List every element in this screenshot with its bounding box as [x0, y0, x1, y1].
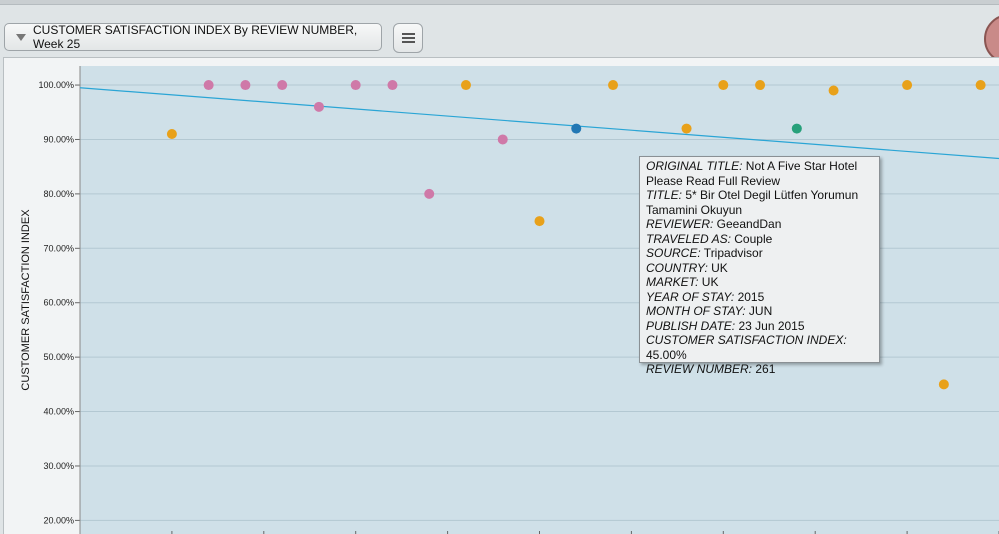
- y-tick-label: 90.00%: [43, 134, 74, 144]
- data-point-18[interactable]: [902, 80, 913, 91]
- data-point-7[interactable]: [424, 188, 435, 199]
- tooltip-field-value: Tripadvisor: [700, 246, 763, 260]
- tooltip-row: REVIEW NUMBER: 261: [646, 362, 873, 377]
- tooltip-field-value: UK: [698, 275, 719, 289]
- tooltip-field-name: COUNTRY:: [646, 260, 708, 275]
- y-tick-label: 100.00%: [38, 80, 74, 90]
- data-point-12[interactable]: [608, 80, 619, 91]
- tooltip-row: ORIGINAL TITLE: Not A Five Star Hotel Pl…: [646, 159, 873, 188]
- tooltip-field-name: CUSTOMER SATISFACTION INDEX:: [646, 333, 847, 347]
- tooltip-field-name: ORIGINAL TITLE:: [646, 159, 743, 173]
- tooltip-field-name: TRAVELED AS:: [646, 231, 731, 246]
- data-point-4[interactable]: [313, 101, 324, 112]
- tooltip-field-value: 23 Jun 2015: [735, 318, 805, 333]
- data-point-8[interactable]: [460, 80, 471, 91]
- tooltip-row: TRAVELED AS: Couple: [646, 232, 873, 247]
- data-point-tooltip: ORIGINAL TITLE: Not A Five Star Hotel Pl…: [639, 156, 880, 376]
- data-point-11[interactable]: [571, 123, 582, 134]
- tooltip-field-value: 2015: [734, 289, 765, 304]
- tooltip-field-name: TITLE:: [646, 188, 683, 202]
- tooltip-field-name: REVIEWER:: [646, 217, 714, 231]
- y-tick-label: 20.00%: [43, 515, 74, 525]
- data-point-14[interactable]: [718, 80, 729, 91]
- tooltip-row: CUSTOMER SATISFACTION INDEX: 45.00%: [646, 333, 873, 362]
- tooltip-row: TITLE: 5* Bir Otel Degil Lütfen Yorumun …: [646, 188, 873, 217]
- data-point-15[interactable]: [755, 80, 766, 91]
- data-point-13[interactable]: [681, 123, 692, 134]
- tooltip-field-name: MARKET:: [646, 275, 699, 289]
- tooltip-field-value: Couple: [730, 231, 773, 246]
- tooltip-row: MARKET: UK: [646, 275, 873, 290]
- tooltip-field-value: 45.00%: [646, 347, 687, 362]
- tooltip-field-value: 261: [752, 362, 776, 376]
- y-tick-label: 40.00%: [43, 407, 74, 417]
- y-tick-label: 60.00%: [43, 298, 74, 308]
- tooltip-field-name: YEAR OF STAY:: [646, 289, 735, 304]
- data-point-19[interactable]: [938, 379, 949, 390]
- data-point-17[interactable]: [828, 85, 839, 96]
- tooltip-field-value: GeeandDan: [713, 217, 782, 231]
- data-point-16[interactable]: [791, 123, 802, 134]
- data-point-5[interactable]: [350, 80, 361, 91]
- data-point-1[interactable]: [203, 80, 214, 91]
- data-point-20[interactable]: [975, 80, 986, 91]
- tooltip-row: YEAR OF STAY: 2015: [646, 290, 873, 305]
- tooltip-row: SOURCE: Tripadvisor: [646, 246, 873, 261]
- tooltip-field-value: UK: [707, 260, 728, 275]
- y-tick-label: 80.00%: [43, 189, 74, 199]
- y-tick-label: 30.00%: [43, 461, 74, 471]
- y-axis-label: CUSTOMER SATISFACTION INDEX: [20, 209, 32, 391]
- data-point-10[interactable]: [534, 216, 545, 227]
- data-point-3[interactable]: [277, 80, 288, 91]
- data-point-9[interactable]: [497, 134, 508, 145]
- data-point-0[interactable]: [166, 129, 177, 140]
- tooltip-row: REVIEWER: GeeandDan: [646, 217, 873, 232]
- tooltip-field-name: SOURCE:: [646, 246, 701, 260]
- tooltip-row: MONTH OF STAY: JUN: [646, 304, 873, 319]
- tooltip-field-name: PUBLISH DATE:: [646, 318, 736, 333]
- y-tick-label: 70.00%: [43, 243, 74, 253]
- tooltip-field-name: MONTH OF STAY:: [646, 304, 746, 318]
- data-point-2[interactable]: [240, 80, 251, 91]
- tooltip-field-value: JUN: [745, 304, 773, 318]
- data-point-6[interactable]: [387, 80, 398, 91]
- tooltip-field-name: REVIEW NUMBER:: [646, 362, 753, 376]
- tooltip-row: COUNTRY: UK: [646, 261, 873, 276]
- y-tick-label: 50.00%: [43, 352, 74, 362]
- tooltip-row: PUBLISH DATE: 23 Jun 2015: [646, 319, 873, 334]
